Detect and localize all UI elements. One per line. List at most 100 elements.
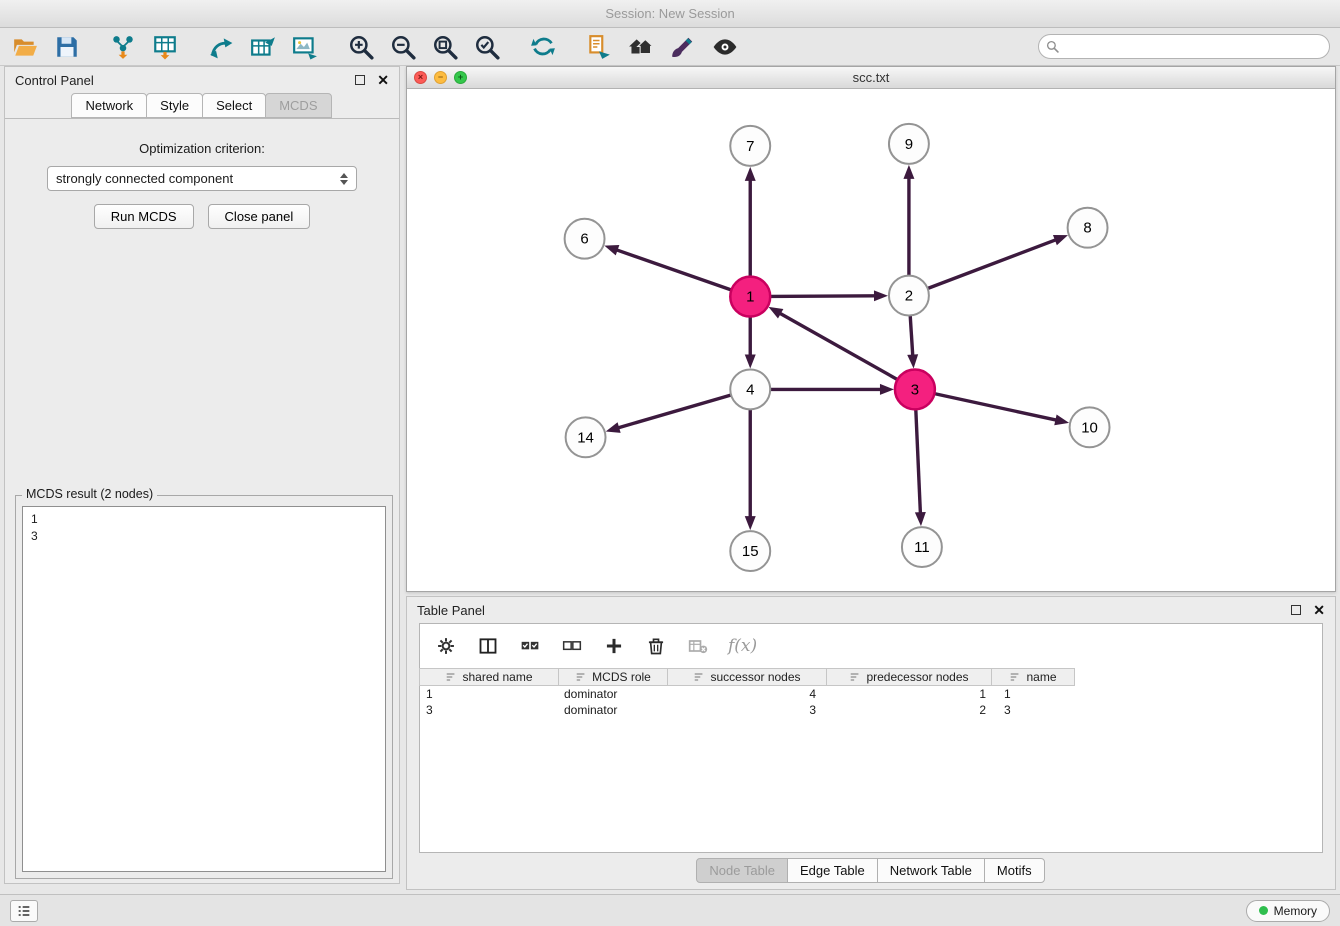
node-1[interactable]: 1 <box>730 277 770 317</box>
zoom-in-icon[interactable] <box>346 32 376 62</box>
column-header-mcds-role[interactable]: MCDS role <box>558 668 668 686</box>
edge-4-14[interactable] <box>617 395 731 428</box>
toolbar-groups <box>10 32 766 62</box>
export-image-icon[interactable] <box>290 32 320 62</box>
toolbar-group <box>528 32 558 62</box>
column-header-predecessor-nodes[interactable]: predecessor nodes <box>826 668 992 686</box>
node-8[interactable]: 8 <box>1068 208 1108 248</box>
mcds-result-group: MCDS result (2 nodes) 13 <box>15 495 393 879</box>
export-document-icon[interactable] <box>584 32 614 62</box>
tab-edge-table[interactable]: Edge Table <box>787 858 878 883</box>
column-label: MCDS role <box>592 670 651 684</box>
table-row[interactable]: 3dominator323 <box>420 702 1322 718</box>
column-sort-icon <box>445 671 457 683</box>
home-icon[interactable] <box>626 32 656 62</box>
tab-style[interactable]: Style <box>146 93 203 118</box>
edge-3-11[interactable] <box>916 409 921 514</box>
close-panel-icon[interactable]: ✕ <box>377 73 389 87</box>
node-7[interactable]: 7 <box>730 126 770 166</box>
edge-arrow-2-8 <box>1053 235 1068 245</box>
tab-node-table[interactable]: Node Table <box>696 858 788 883</box>
node-10[interactable]: 10 <box>1070 407 1110 447</box>
close-table-panel-icon[interactable]: ✕ <box>1313 603 1325 617</box>
svg-text:1: 1 <box>746 289 754 306</box>
float-table-panel-icon[interactable] <box>1291 605 1301 615</box>
node-15[interactable]: 15 <box>730 531 770 571</box>
node-3[interactable]: 3 <box>895 369 935 409</box>
search-input[interactable] <box>1038 34 1330 59</box>
node-14[interactable]: 14 <box>566 417 606 457</box>
close-panel-button[interactable]: Close panel <box>208 204 311 229</box>
memory-button[interactable]: Memory <box>1246 900 1330 922</box>
tab-select[interactable]: Select <box>202 93 266 118</box>
add-row-icon[interactable] <box>602 634 626 658</box>
column-header-shared-name[interactable]: shared name <box>419 668 559 686</box>
apply-style-icon[interactable] <box>668 32 698 62</box>
task-history-button[interactable] <box>10 900 38 922</box>
table-row[interactable]: 1dominator411 <box>420 686 1322 702</box>
close-window-icon[interactable]: × <box>414 71 427 84</box>
edge-3-10[interactable] <box>934 394 1057 421</box>
delete-column-icon[interactable] <box>686 634 710 658</box>
node-11[interactable]: 11 <box>902 527 942 567</box>
tab-network-table[interactable]: Network Table <box>877 858 985 883</box>
zoom-window-icon[interactable]: + <box>454 71 467 84</box>
node-2[interactable]: 2 <box>889 276 929 316</box>
node-4[interactable]: 4 <box>730 369 770 409</box>
table-cell: 4 <box>670 687 830 701</box>
mcds-result-list[interactable]: 13 <box>22 506 386 872</box>
svg-text:2: 2 <box>905 288 913 305</box>
node-table-area: f(x) shared name MCDS role successor nodes… <box>419 623 1323 853</box>
zoom-out-icon[interactable] <box>388 32 418 62</box>
edge-2-8[interactable] <box>928 239 1057 288</box>
table-cell: 1 <box>996 687 1080 701</box>
columns-icon[interactable] <box>476 634 500 658</box>
node-6[interactable]: 6 <box>565 219 605 259</box>
edge-arrow-4-15 <box>745 516 756 530</box>
open-session-icon[interactable] <box>10 32 40 62</box>
criterion-value: strongly connected component <box>56 171 233 186</box>
zoom-selected-icon[interactable] <box>472 32 502 62</box>
toolbar-group <box>206 32 320 62</box>
edge-3-1[interactable] <box>779 313 898 380</box>
tab-motifs[interactable]: Motifs <box>984 858 1045 883</box>
import-table-icon[interactable] <box>150 32 180 62</box>
delete-row-icon[interactable] <box>644 634 668 658</box>
tab-mcds[interactable]: MCDS <box>265 93 331 118</box>
import-network-icon[interactable] <box>108 32 138 62</box>
network-window-title: scc.txt <box>853 70 890 85</box>
minimize-window-icon[interactable]: − <box>434 71 447 84</box>
table-toolbar: f(x) <box>420 624 1322 668</box>
edge-1-6[interactable] <box>616 250 732 290</box>
network-window-titlebar[interactable]: × − + scc.txt <box>407 67 1335 89</box>
export-table-icon[interactable] <box>248 32 278 62</box>
edge-arrow-1-2 <box>874 290 888 301</box>
export-network-icon[interactable] <box>206 32 236 62</box>
settings-icon[interactable] <box>434 634 458 658</box>
refresh-icon[interactable] <box>528 32 558 62</box>
zoom-fit-icon[interactable] <box>430 32 460 62</box>
table-cell: dominator <box>560 703 670 717</box>
column-header-successor-nodes[interactable]: successor nodes <box>667 668 827 686</box>
float-panel-icon[interactable] <box>355 75 365 85</box>
function-builder-button[interactable]: f(x) <box>728 636 757 656</box>
show-hide-icon[interactable] <box>710 32 740 62</box>
network-graph[interactable]: 7 9 6 8 1 2 4 3 14 10 15 11 <box>407 89 1335 591</box>
edge-1-2[interactable] <box>770 296 876 297</box>
network-canvas[interactable]: 7 9 6 8 1 2 4 3 14 10 15 11 <box>407 89 1335 591</box>
table-panel-header: Table Panel ✕ <box>407 597 1335 623</box>
run-mcds-button[interactable]: Run MCDS <box>94 204 194 229</box>
tab-network[interactable]: Network <box>71 93 147 118</box>
memory-label: Memory <box>1274 904 1317 918</box>
svg-text:11: 11 <box>914 539 930 556</box>
unselect-all-icon[interactable] <box>560 634 584 658</box>
window-titlebar[interactable]: Session: New Session <box>0 0 1340 28</box>
column-header-name[interactable]: name <box>991 668 1075 686</box>
control-panel-header: Control Panel ✕ <box>5 67 399 93</box>
criterion-select[interactable]: strongly connected component <box>47 166 357 191</box>
select-all-icon[interactable] <box>518 634 542 658</box>
optimization-label: Optimization criterion: <box>5 141 399 156</box>
save-session-icon[interactable] <box>52 32 82 62</box>
node-9[interactable]: 9 <box>889 124 929 164</box>
edge-2-3[interactable] <box>910 316 913 357</box>
